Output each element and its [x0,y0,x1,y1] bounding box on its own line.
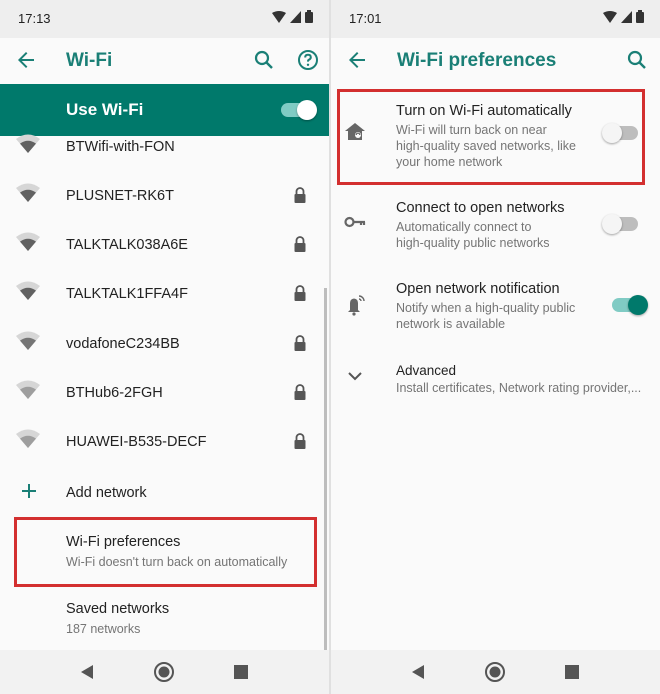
add-network-row[interactable]: Add network [0,468,329,517]
battery-icon [305,10,313,23]
pref-subtitle-line: Automatically connect to [396,220,532,234]
nav-recents-icon[interactable] [234,665,248,679]
add-network-label: Add network [66,485,147,501]
status-time: 17:01 [349,11,382,26]
lock-icon [294,187,306,203]
nav-back-icon[interactable] [81,665,93,679]
network-name: TALKTALK038A6E [66,237,188,253]
lock-icon [294,384,306,400]
saved-networks-title: Saved networks [66,601,170,617]
lock-icon [294,433,306,449]
pref-subtitle-line: network is available [396,317,506,331]
wifi-signal-icon [16,134,40,153]
advanced-subtitle: Install certificates, Network rating pro… [396,381,642,395]
wifi-signal-icon [603,10,617,23]
network-name: HUAWEI-B535-DECF [66,434,207,450]
back-arrow-icon[interactable] [345,48,369,72]
scrollbar[interactable] [324,288,327,650]
app-bar: Wi-Fi preferences [331,38,660,84]
highlight-box [337,89,645,185]
page-title: Wi-Fi preferences [397,50,557,71]
network-row[interactable]: HUAWEI-B535-DECF [0,419,329,468]
pref-subtitle-line: Notify when a high-quality public [396,301,576,315]
navigation-bar [331,650,660,694]
back-arrow-icon[interactable] [14,48,38,72]
network-name: BTHub6-2FGH [66,385,163,401]
use-wifi-label: Use Wi-Fi [66,100,144,119]
cell-signal-icon [621,10,632,23]
pref-title: Connect to open networks [396,200,565,216]
status-bar: 17:13 [0,0,329,38]
page-title: Wi-Fi [66,50,113,71]
highlight-box [14,517,317,587]
network-row[interactable]: TALKTALK1FFA4F [0,271,329,320]
app-bar: Wi-Fi [0,38,329,84]
wifi-preferences-screen: 17:01 Wi-Fi preferences Turn on Wi-Fi au… [331,0,660,694]
nav-recents-icon[interactable] [565,665,579,679]
battery-icon [636,10,644,23]
status-time: 17:13 [18,11,51,26]
switch-knob [297,100,317,120]
toggle-switch[interactable] [612,295,648,315]
pref-title: Open network notification [396,281,560,297]
search-icon[interactable] [252,48,276,72]
pref-subtitle-line: high-quality public networks [396,236,550,250]
network-row[interactable]: PLUSNET-RK6T [0,173,329,222]
pref-connect-open-networks[interactable]: Connect to open networks Automatically c… [331,190,660,260]
nav-back-icon[interactable] [412,665,424,679]
network-row[interactable]: vodafoneC234BB [0,321,329,370]
status-icons [603,10,644,23]
plus-icon [22,484,36,498]
status-icons [272,10,313,23]
lock-icon [294,285,306,301]
network-name: TALKTALK1FFA4F [66,286,188,302]
search-icon[interactable] [625,48,649,72]
network-row[interactable]: BTHub6-2FGH [0,370,329,419]
pref-open-network-notification[interactable]: Open network notification Notify when a … [331,272,660,342]
bell-wifi-icon [348,295,365,316]
key-icon [344,216,366,228]
wifi-settings-screen: 17:13 Wi-Fi Use Wi-Fi BTWifi-with-FON PLU… [0,0,329,694]
wifi-signal-icon [16,429,40,448]
cell-signal-icon [290,10,301,23]
saved-networks-row[interactable]: Saved networks 187 networks [0,592,329,648]
network-row[interactable]: BTWifi-with-FON [0,124,329,173]
wifi-signal-icon [16,183,40,202]
network-name: vodafoneC234BB [66,336,180,352]
nav-home-icon[interactable] [153,661,175,683]
wifi-signal-icon [16,331,40,350]
use-wifi-switch[interactable] [281,100,317,120]
wifi-signal-icon [16,281,40,300]
help-icon[interactable] [296,48,320,72]
switch-knob [628,295,648,315]
network-name: BTWifi-with-FON [66,139,175,155]
chevron-down-icon [348,372,362,381]
nav-home-icon[interactable] [484,661,506,683]
wifi-signal-icon [16,380,40,399]
lock-icon [294,236,306,252]
wifi-signal-icon [272,10,286,23]
saved-networks-subtitle: 187 networks [66,622,141,636]
navigation-bar [0,650,329,694]
toggle-switch[interactable] [602,214,638,234]
network-row[interactable]: TALKTALK038A6E [0,222,329,271]
network-name: PLUSNET-RK6T [66,188,174,204]
advanced-title: Advanced [396,363,457,378]
switch-knob [602,214,622,234]
status-bar: 17:01 [331,0,660,38]
lock-icon [294,335,306,351]
advanced-row[interactable]: Advanced Install certificates, Network r… [331,355,660,405]
wifi-signal-icon [16,232,40,251]
